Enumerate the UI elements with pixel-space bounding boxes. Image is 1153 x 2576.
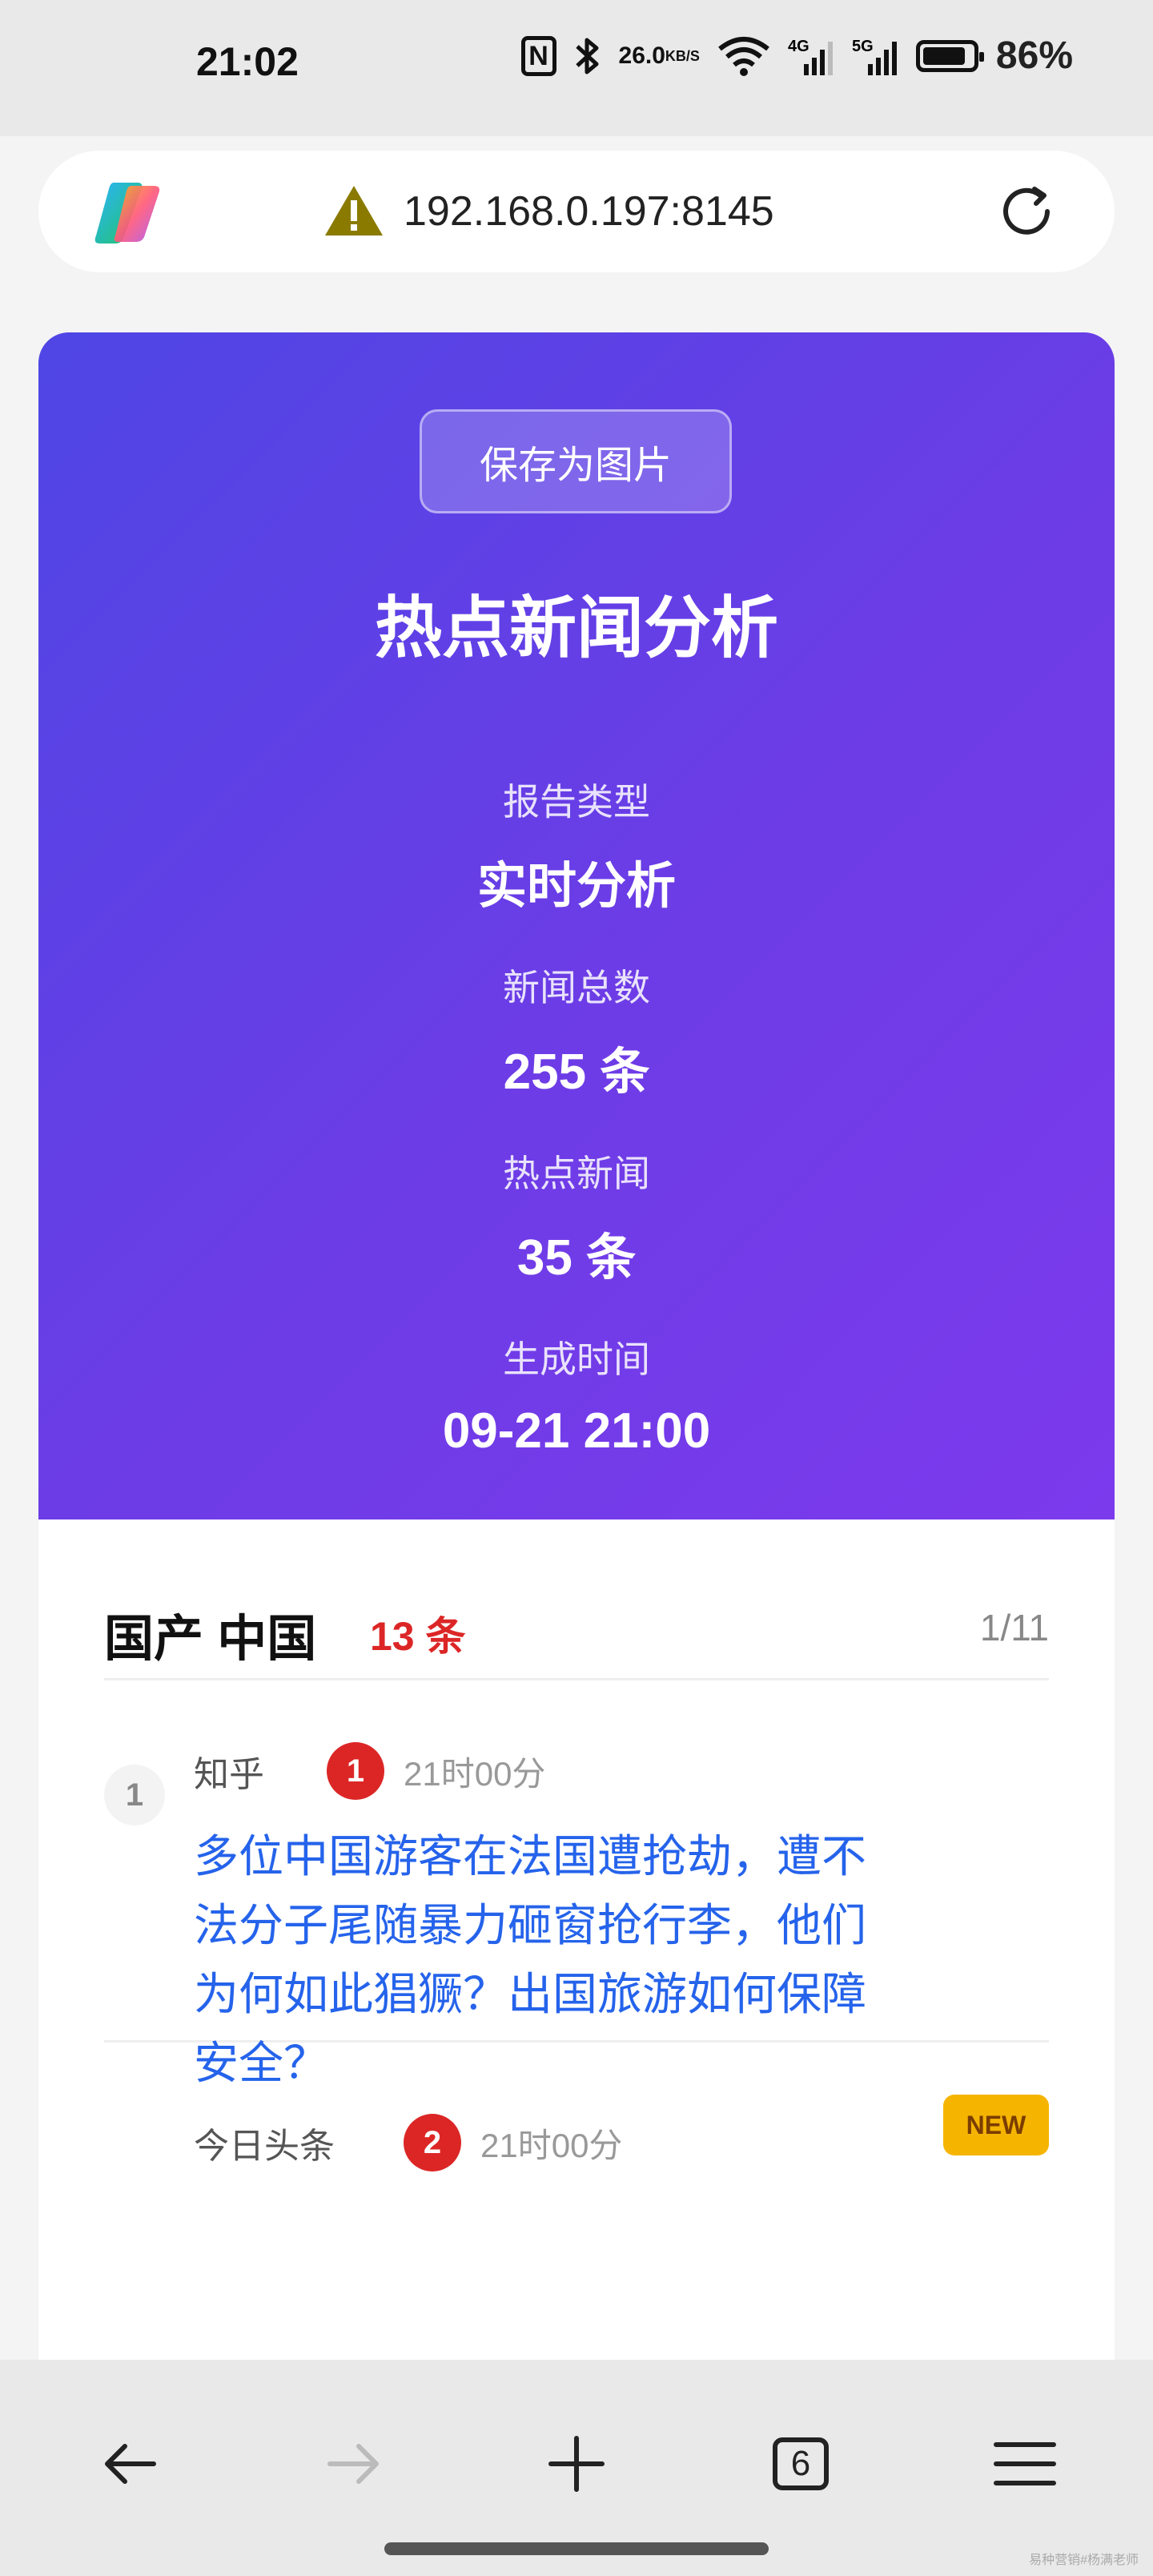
stat-label-total-news: 新闻总数 bbox=[503, 967, 650, 1008]
back-button[interactable] bbox=[82, 2416, 178, 2512]
stat-value-hot-news: 35 条 bbox=[516, 1230, 637, 1286]
section-page-indicator: 1/11 bbox=[979, 1607, 1049, 1648]
watermark: 易种营销#杨满老师 bbox=[1029, 2554, 1139, 2567]
battery-percent: 86% bbox=[995, 34, 1073, 77]
section-title: 国产 中国 bbox=[104, 1612, 317, 1667]
status-icons: N 26.0 KB/S 4G 5G 86% bbox=[520, 34, 1073, 78]
arrow-left-icon bbox=[105, 2444, 156, 2484]
new-badge: NEW bbox=[943, 2095, 1049, 2155]
reload-icon[interactable] bbox=[994, 179, 1059, 248]
save-as-image-button[interactable]: 保存为图片 bbox=[420, 409, 732, 513]
bluetooth-icon bbox=[574, 35, 601, 77]
news-rank-badge: 1 bbox=[327, 1742, 384, 1800]
report-header: 保存为图片 热点新闻分析 报告类型 实时分析 新闻总数 255 条 热点新闻 3… bbox=[38, 332, 1115, 1519]
news-item: 1 知乎 1 21时00分 多位中国游客在法国遭抢劫，遭不法分子尾随暴力砸窗抢行… bbox=[104, 1742, 1049, 2088]
new-tab-button[interactable] bbox=[528, 2416, 625, 2512]
url-text[interactable]: 192.168.0.197:8145 bbox=[404, 187, 774, 235]
stat-value-generated-time: 09-21 21:00 bbox=[442, 1403, 711, 1459]
report-title: 热点新闻分析 bbox=[374, 590, 778, 666]
news-rank-badge: 2 bbox=[404, 2114, 461, 2171]
browser-bottom-toolbar: 6 易种营销#杨满老师 bbox=[0, 2360, 1153, 2576]
tabs-count: 6 bbox=[773, 2437, 829, 2490]
plus-icon bbox=[548, 2436, 605, 2492]
news-item: 今日头条 2 21时00分 NEW bbox=[104, 2095, 1049, 2255]
signal-4g-icon: 4G bbox=[788, 35, 834, 77]
report-card: 保存为图片 热点新闻分析 报告类型 实时分析 新闻总数 255 条 热点新闻 3… bbox=[38, 332, 1115, 2360]
section-count: 13 条 bbox=[370, 1614, 466, 1659]
arrow-right-icon bbox=[327, 2444, 379, 2484]
stat-label-generated-time: 生成时间 bbox=[503, 1338, 650, 1380]
network-speed: 26.0 KB/S bbox=[618, 42, 700, 69]
svg-text:4G: 4G bbox=[788, 38, 810, 55]
status-bar: 21:02 N 26.0 KB/S 4G 5G 86% bbox=[0, 0, 1153, 136]
tabs-button[interactable]: 6 bbox=[753, 2416, 849, 2512]
section-header: 国产 中国 13 条 1/11 bbox=[104, 1598, 1049, 1680]
web-page: 保存为图片 热点新闻分析 报告类型 实时分析 新闻总数 255 条 热点新闻 3… bbox=[0, 296, 1153, 2360]
news-time: 21时00分 bbox=[480, 2127, 623, 2164]
status-time: 21:02 bbox=[196, 39, 299, 84]
news-source: 知乎 bbox=[194, 1755, 264, 1794]
warning-icon[interactable] bbox=[323, 184, 384, 241]
home-indicator[interactable] bbox=[384, 2542, 769, 2555]
nfc-icon: N bbox=[520, 35, 556, 76]
stat-label-hot-news: 热点新闻 bbox=[503, 1153, 650, 1194]
news-source: 今日头条 bbox=[194, 2127, 335, 2166]
hamburger-menu-icon bbox=[994, 2442, 1056, 2485]
news-index: 1 bbox=[104, 1765, 165, 1825]
stat-value-report-type: 实时分析 bbox=[476, 859, 676, 914]
battery-icon bbox=[915, 39, 984, 72]
stat-label-report-type: 报告类型 bbox=[503, 781, 650, 823]
svg-text:5G: 5G bbox=[852, 38, 874, 55]
news-time: 21时00分 bbox=[404, 1755, 546, 1793]
menu-button[interactable] bbox=[977, 2416, 1073, 2512]
forward-button[interactable] bbox=[306, 2416, 402, 2512]
stat-value-total-news: 255 条 bbox=[503, 1044, 650, 1100]
news-title-link[interactable]: 多位中国游客在法国遭抢劫，遭不法分子尾随暴力砸窗抢行李，他们为何如此猖獗？出国旅… bbox=[194, 1822, 882, 2098]
copilot-logo-icon[interactable] bbox=[91, 179, 163, 245]
address-bar[interactable]: 192.168.0.197:8145 bbox=[38, 151, 1115, 272]
signal-5g-icon: 5G bbox=[852, 35, 898, 77]
wifi-icon bbox=[717, 36, 770, 76]
